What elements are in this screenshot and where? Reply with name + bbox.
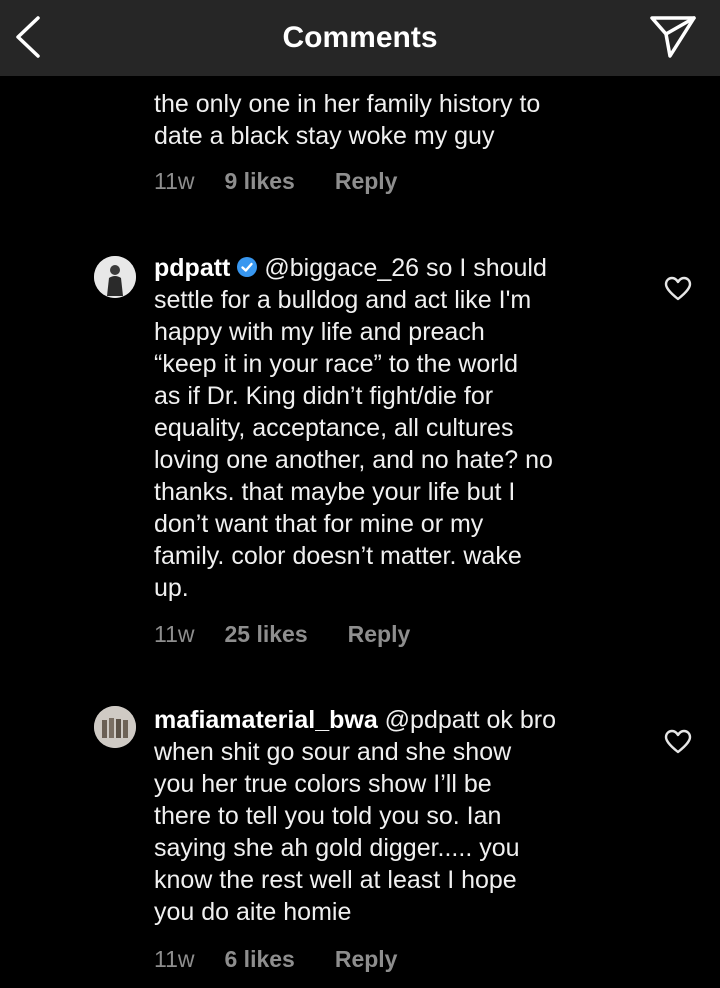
avatar[interactable]	[94, 256, 136, 298]
comment-likes[interactable]: 6 likes	[225, 946, 295, 973]
header-bar: Comments	[0, 0, 720, 76]
back-button[interactable]	[10, 12, 50, 62]
reply-button[interactable]: Reply	[335, 168, 398, 195]
comment-username[interactable]: mafiamaterial_bwa	[154, 706, 378, 734]
comment-body: pdpatt @biggace_26 so I should settle for…	[154, 252, 624, 604]
comment-text: @biggace_26 so I should settle for a bul…	[154, 254, 553, 602]
like-heart-icon[interactable]	[664, 276, 692, 302]
verified-badge-icon	[237, 257, 258, 277]
paper-plane-icon	[650, 16, 696, 58]
comment-likes[interactable]: 25 likes	[225, 621, 308, 648]
page-title: Comments	[282, 21, 438, 54]
comment-body: mafiamaterial_bwa @pdpatt ok bro when sh…	[154, 704, 624, 928]
share-button[interactable]	[648, 10, 698, 62]
avatar-photo	[94, 256, 136, 298]
comment-time: 11w	[154, 946, 195, 972]
comment-username[interactable]: pdpatt	[154, 254, 230, 282]
comment-text: the only one in her family history to da…	[154, 90, 541, 150]
avatar[interactable]	[94, 706, 136, 748]
comment-text: @pdpatt ok bro when shit go sour and she…	[154, 706, 556, 926]
reply-button[interactable]: Reply	[348, 621, 411, 648]
comment-time: 11w	[154, 621, 195, 647]
avatar-photo	[94, 706, 136, 748]
comment-likes[interactable]: 9 likes	[225, 168, 295, 195]
comment-meta: 11w 9 likes Reply	[154, 168, 397, 195]
comment-time: 11w	[154, 168, 195, 194]
comment-meta: 11w 6 likes Reply	[154, 946, 397, 973]
like-heart-icon[interactable]	[664, 729, 692, 755]
chevron-left-icon	[16, 16, 40, 58]
reply-button[interactable]: Reply	[335, 946, 398, 973]
comment-meta: 11w 25 likes Reply	[154, 621, 410, 648]
